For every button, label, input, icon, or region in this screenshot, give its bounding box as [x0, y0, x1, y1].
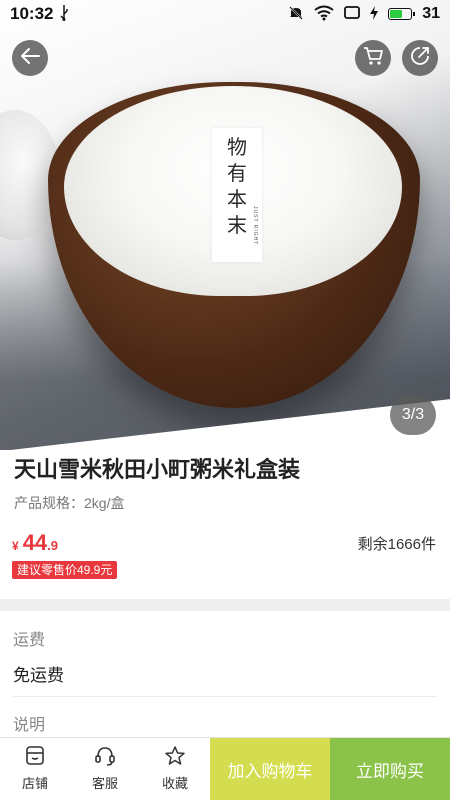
section-divider — [0, 599, 450, 611]
cart-icon — [362, 45, 384, 72]
favorite-tab[interactable]: 收藏 — [140, 738, 210, 800]
bottom-action-bar: 店铺 客服 收藏 加入购物车 立即购买 — [0, 737, 450, 800]
status-bar: 10:32 31 — [0, 0, 450, 28]
msrp-badge: 建议零售价49.9元 — [12, 561, 118, 579]
shipping-label: 运费 — [13, 632, 46, 649]
store-tab[interactable]: 店铺 — [0, 738, 70, 800]
star-icon — [164, 746, 186, 773]
store-label: 店铺 — [21, 776, 48, 791]
divider-line — [13, 696, 437, 697]
shipping-value: 免运费 — [13, 666, 64, 685]
favorite-label: 收藏 — [161, 776, 188, 791]
mute-icon — [288, 5, 304, 24]
status-time: 10:32 — [10, 4, 54, 23]
headset-icon — [94, 746, 116, 773]
price-integer: 44 — [22, 530, 48, 555]
buy-now-button[interactable]: 立即购买 — [330, 738, 450, 800]
product-spec: 产品规格：2kg/盒 — [14, 495, 125, 511]
arrow-left-icon — [19, 45, 41, 72]
price-symbol: ¥ — [12, 539, 19, 553]
battery-icon — [388, 8, 416, 20]
screen-icon — [344, 5, 361, 23]
image-page-indicator: 3/3 — [390, 395, 436, 435]
wifi-icon — [314, 5, 334, 24]
stock-count: 剩余1666件 — [357, 536, 436, 553]
share-button[interactable] — [402, 40, 438, 76]
brand-card: 物 有 本 末 JUST RIGHT — [212, 128, 262, 262]
store-icon — [24, 746, 46, 773]
brand-subtitle: JUST RIGHT — [252, 206, 258, 246]
usb-icon — [59, 4, 69, 24]
status-icons: 31 — [288, 5, 440, 24]
charging-icon — [370, 5, 379, 23]
price-decimal: .9 — [47, 538, 59, 553]
service-tab[interactable]: 客服 — [70, 738, 140, 800]
back-button[interactable] — [12, 40, 48, 76]
add-to-cart-button[interactable]: 加入购物车 — [210, 738, 330, 800]
description-label: 说明 — [13, 717, 46, 734]
brand-char: 有 — [227, 161, 247, 185]
brand-char: 末 — [227, 213, 247, 237]
brand-char: 物 — [227, 135, 247, 159]
brand-char: 本 — [227, 187, 247, 211]
product-title: 天山雪米秋田小町粥米礼盒装 — [14, 457, 301, 482]
share-icon — [409, 45, 431, 72]
cart-button[interactable] — [355, 40, 391, 76]
product-price: ¥ 44 .9 — [12, 530, 58, 556]
service-label: 客服 — [91, 776, 118, 791]
battery-level: 31 — [422, 5, 440, 22]
